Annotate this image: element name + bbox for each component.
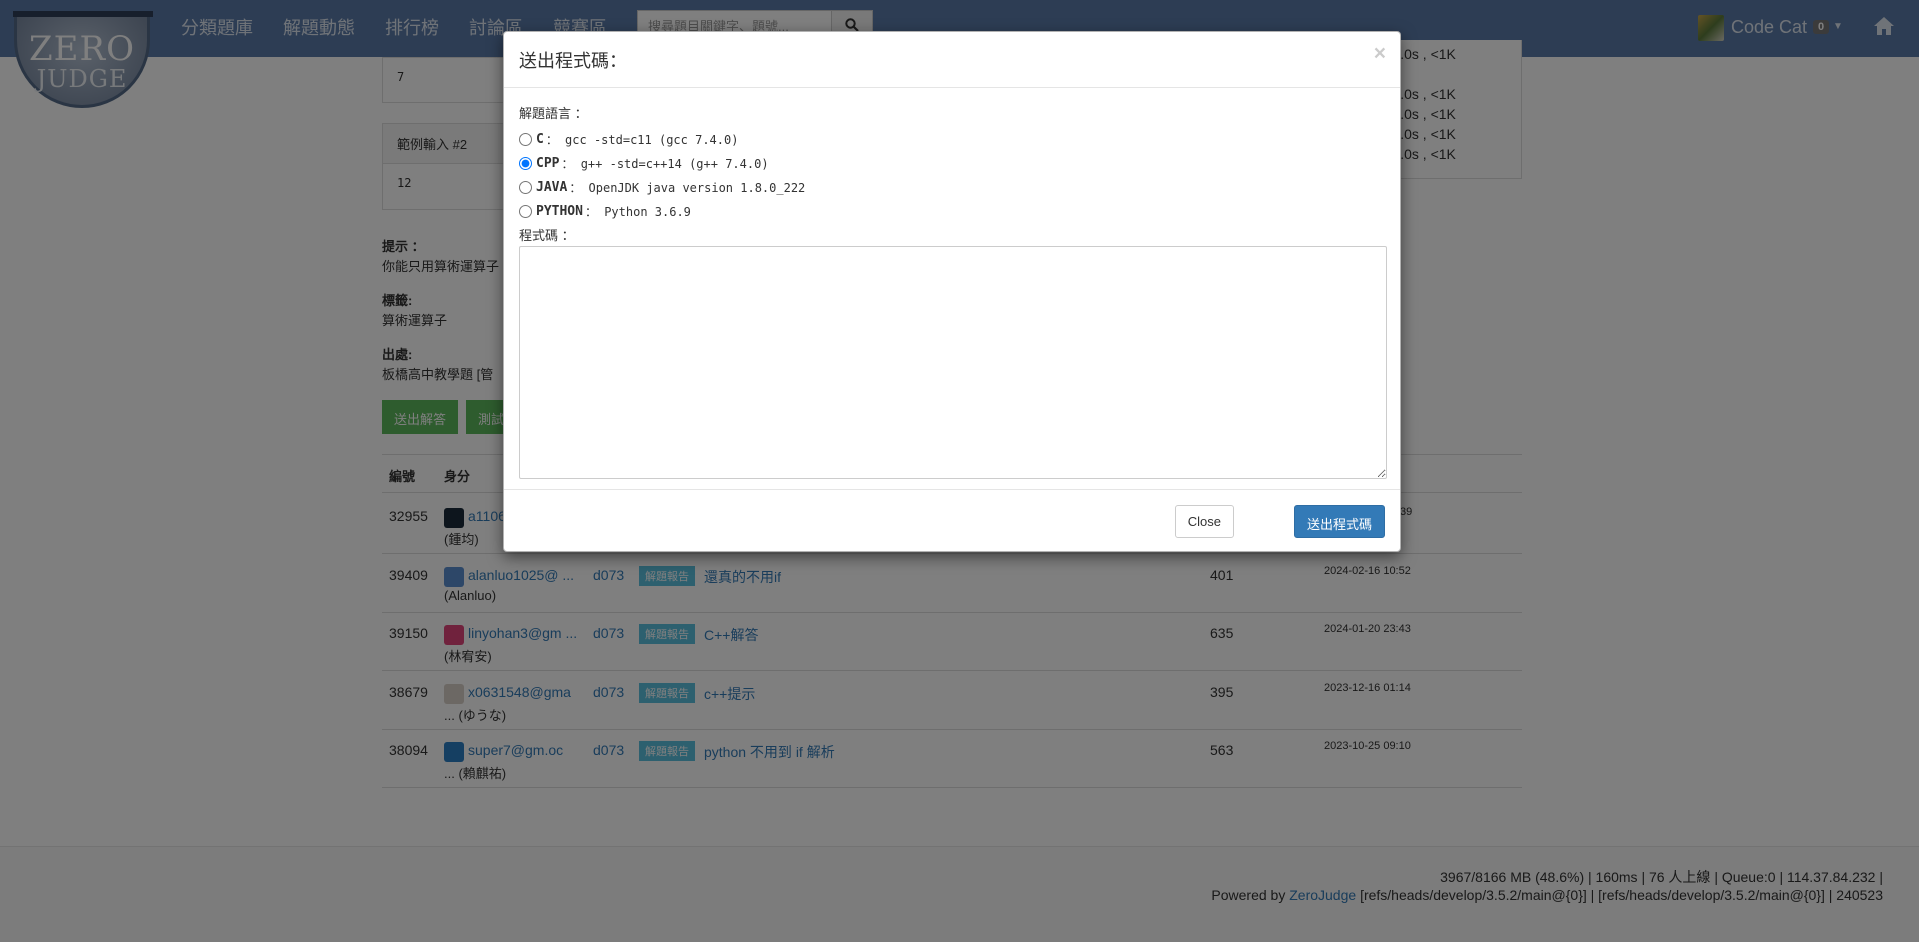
code-label: 程式碼 ： bbox=[519, 228, 575, 243]
language-name: C bbox=[536, 131, 544, 147]
language-option-cpp[interactable]: CPP： g++ -std=c++14 (g++ 7.4.0) bbox=[519, 151, 1385, 175]
close-icon[interactable]: × bbox=[1374, 42, 1386, 66]
language-label: 解題語言 ： bbox=[519, 106, 588, 121]
language-description: ： gcc -std=c11 (gcc 7.4.0) bbox=[545, 132, 739, 147]
language-name: PYTHON bbox=[536, 203, 583, 219]
language-description: ： OpenJDK java version 1.8.0_222 bbox=[569, 180, 806, 195]
close-button[interactable]: Close bbox=[1174, 505, 1234, 538]
language-radio[interactable] bbox=[519, 156, 532, 170]
modal-title: 送出程式碼： bbox=[519, 51, 627, 71]
language-option-java[interactable]: JAVA： OpenJDK java version 1.8.0_222 bbox=[519, 175, 1385, 199]
submit-code-button[interactable]: 送出程式碼 bbox=[1293, 505, 1385, 538]
language-description: ： g++ -std=c++14 (g++ 7.4.0) bbox=[561, 156, 769, 171]
code-textarea[interactable] bbox=[519, 246, 1387, 479]
language-radio[interactable] bbox=[519, 180, 532, 194]
modal-footer: Close 送出程式碼 bbox=[504, 489, 1400, 552]
language-description: ： Python 3.6.9 bbox=[584, 204, 691, 219]
submit-code-modal: 送出程式碼： × 解題語言 ： C： gcc -std=c11 (gcc 7.4… bbox=[503, 31, 1401, 552]
language-option-c[interactable]: C： gcc -std=c11 (gcc 7.4.0) bbox=[519, 127, 1385, 151]
language-radio[interactable] bbox=[519, 204, 532, 218]
language-radio[interactable] bbox=[519, 132, 532, 146]
modal-body: 解題語言 ： C： gcc -std=c11 (gcc 7.4.0) CPP： g… bbox=[504, 88, 1400, 494]
language-option-python[interactable]: PYTHON： Python 3.6.9 bbox=[519, 199, 1385, 223]
modal-header: 送出程式碼： × bbox=[504, 32, 1400, 88]
language-name: JAVA bbox=[536, 179, 568, 195]
language-name: CPP bbox=[536, 155, 560, 171]
